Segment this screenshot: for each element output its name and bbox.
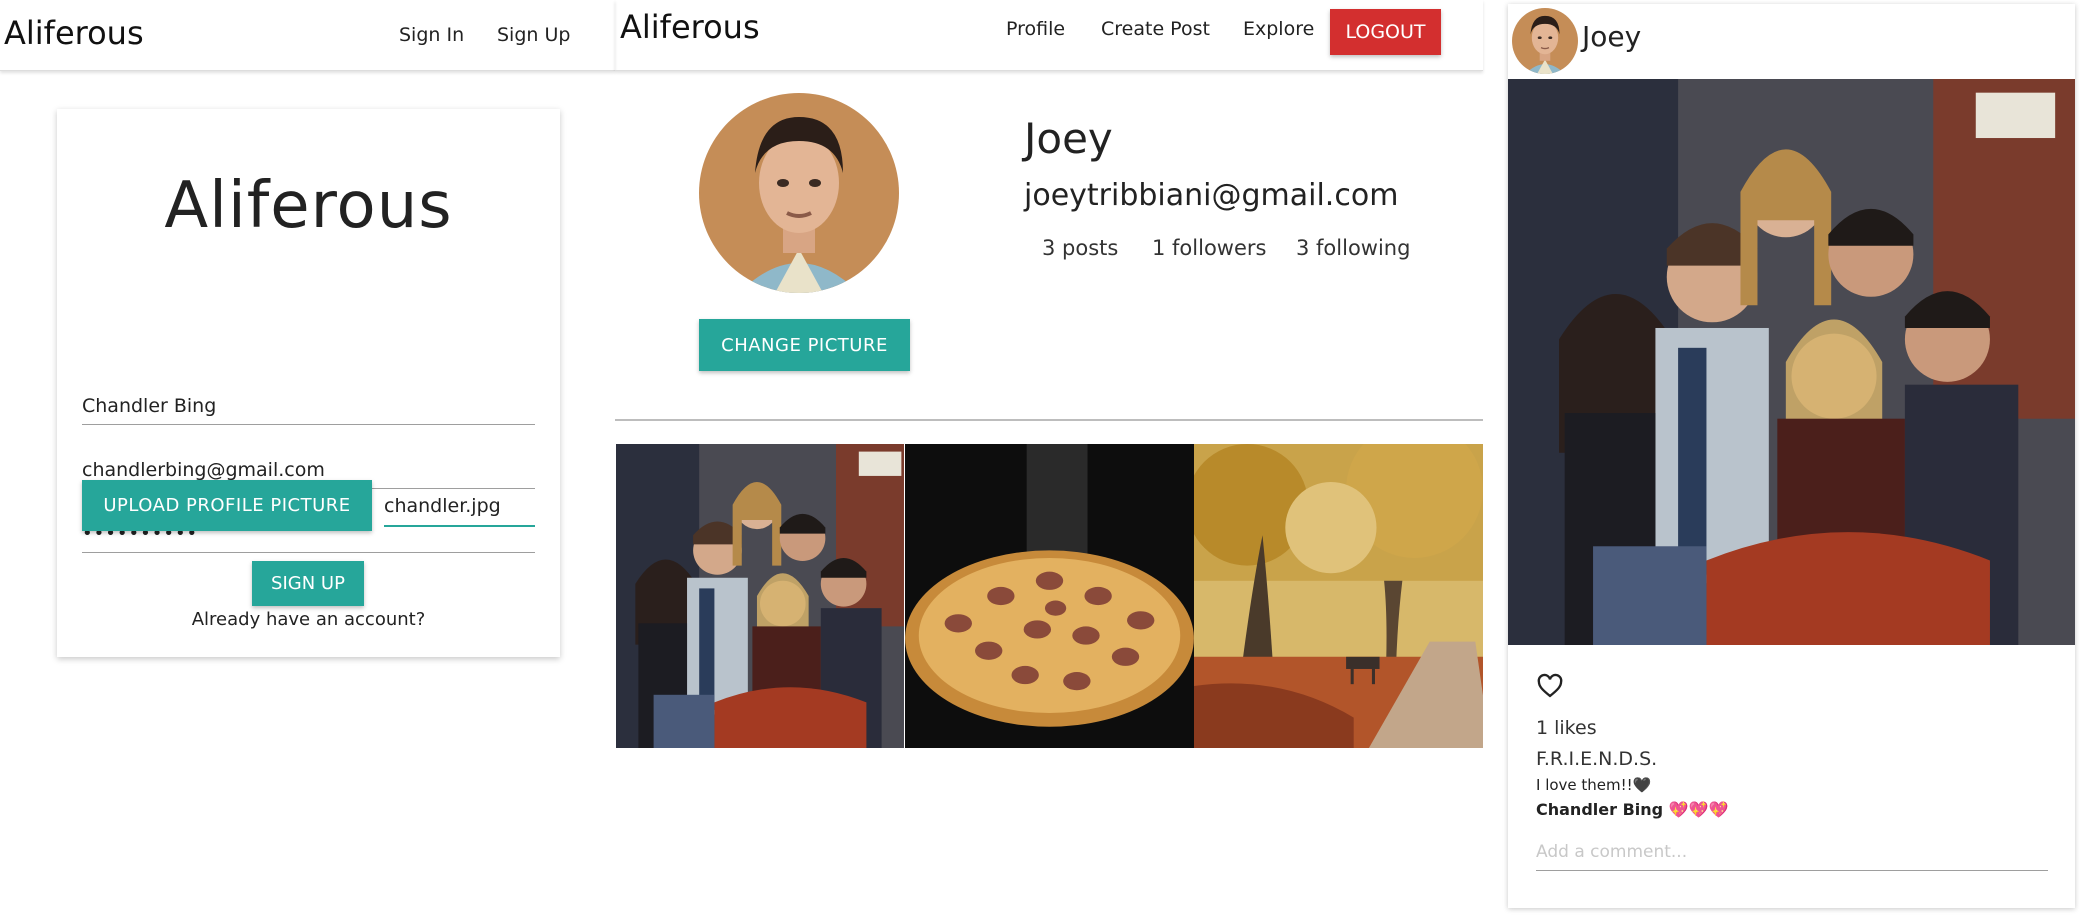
signup-navbar: Aliferous Sign In Sign Up	[0, 0, 615, 71]
already-have-account-link[interactable]: Already have an account?	[57, 609, 560, 630]
post-image	[1508, 79, 2075, 645]
posts-count: 3 posts	[1042, 236, 1119, 260]
like-heart-icon[interactable]	[1536, 672, 1564, 700]
sign-up-button[interactable]: SIGN UP	[252, 561, 364, 606]
following-count[interactable]: 3 following	[1296, 236, 1410, 260]
post-author-avatar[interactable]	[1512, 8, 1578, 74]
nav-profile[interactable]: Profile	[1006, 18, 1065, 40]
comment-text: I love them!!🖤	[1536, 776, 1652, 794]
profile-name: Joey	[1024, 114, 1113, 163]
signup-card: Aliferous •••••••••• UPLOAD PROFILE PICT…	[57, 109, 560, 657]
section-divider	[615, 419, 1483, 421]
profile-navbar: Aliferous Profile Create Post Explore LO…	[615, 0, 1483, 71]
add-comment-input[interactable]	[1536, 833, 2048, 871]
nav-explore[interactable]: Explore	[1243, 18, 1314, 40]
profile-avatar	[699, 93, 899, 293]
comment-author: Chandler Bing 💖💖💖	[1536, 800, 1728, 819]
brand-logo[interactable]: Aliferous	[620, 8, 760, 46]
nav-create-post[interactable]: Create Post	[1101, 18, 1210, 40]
logout-button[interactable]: LOGOUT	[1330, 9, 1441, 55]
followers-count[interactable]: 1 followers	[1152, 236, 1266, 260]
post-author-name[interactable]: Joey	[1582, 20, 1641, 53]
likes-count: 1 likes	[1536, 717, 1597, 739]
change-picture-button[interactable]: CHANGE PICTURE	[699, 319, 910, 371]
card-title: Aliferous	[164, 169, 453, 243]
gallery-post-park[interactable]	[1194, 444, 1483, 748]
gallery-post-pizza[interactable]	[905, 444, 1194, 748]
file-path-field[interactable]: chandler.jpg	[384, 487, 535, 527]
gallery-post-friends[interactable]	[616, 444, 904, 748]
signup-panel: Aliferous Sign In Sign Up Aliferous ••••…	[0, 0, 615, 916]
profile-email: joeytribbiani@gmail.com	[1024, 178, 1399, 213]
brand-logo[interactable]: Aliferous	[4, 14, 144, 52]
post-caption: F.R.I.E.N.D.S.	[1536, 748, 1658, 770]
comment-author-name: Chandler Bing	[1536, 800, 1664, 819]
name-input[interactable]	[82, 387, 535, 425]
nav-sign-up[interactable]: Sign Up	[497, 24, 570, 46]
profile-panel: Aliferous Profile Create Post Explore LO…	[615, 0, 1483, 916]
post-card: Joey 1 likes F.R.I.E.N.D.S. I love them!…	[1508, 4, 2075, 908]
comment-emoji: 💖💖💖	[1668, 800, 1729, 819]
nav-sign-in[interactable]: Sign In	[399, 24, 464, 46]
upload-profile-picture-button[interactable]: UPLOAD PROFILE PICTURE	[82, 480, 372, 531]
